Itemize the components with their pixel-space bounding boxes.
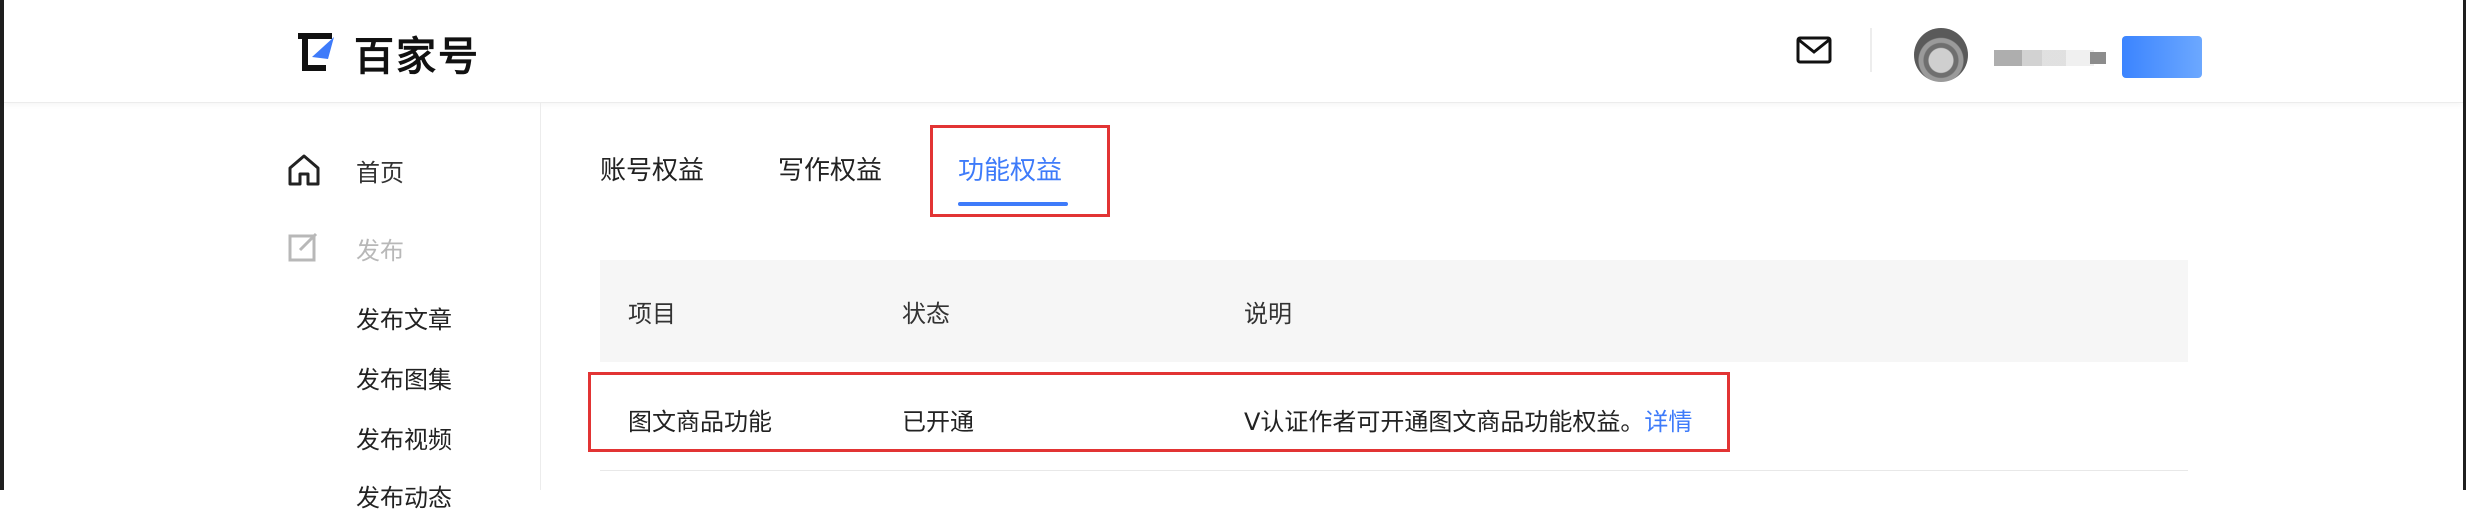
header-divider <box>1870 28 1872 72</box>
sidebar <box>4 102 541 490</box>
column-header-description: 说明 <box>1244 299 1292 328</box>
column-header-item: 项目 <box>628 299 676 328</box>
mail-icon[interactable] <box>1796 36 1832 64</box>
sidebar-subitem-dynamic[interactable]: 发布动态 <box>356 478 452 513</box>
sidebar-subitem-gallery[interactable]: 发布图集 <box>356 360 452 395</box>
sidebar-item-publish[interactable]: 发布 <box>284 228 404 268</box>
tab-writing-rights[interactable]: 写作权益 <box>778 150 882 187</box>
avatar[interactable] <box>1914 28 1968 82</box>
account-badge[interactable] <box>2122 36 2202 78</box>
sidebar-subitem-video[interactable]: 发布视频 <box>356 420 452 455</box>
home-icon <box>284 150 324 190</box>
sidebar-subitem-article[interactable]: 发布文章 <box>356 300 452 335</box>
highlight-box-tab <box>930 125 1110 217</box>
username-mark <box>2090 52 2106 64</box>
table-header: 项目 状态 说明 <box>600 260 2188 362</box>
logo-mark-icon <box>294 29 342 77</box>
top-header: 百家号 <box>4 0 2463 103</box>
sidebar-item-home-label: 首页 <box>356 158 404 187</box>
sidebar-item-publish-label: 发布 <box>356 236 404 265</box>
column-header-status: 状态 <box>902 299 950 328</box>
edit-icon <box>284 228 324 268</box>
brand-name: 百家号 <box>354 34 480 80</box>
brand-logo[interactable]: 百家号 <box>294 28 480 80</box>
tab-account-rights[interactable]: 账号权益 <box>600 150 704 187</box>
feature-rights-table: 项目 状态 说明 图文商品功能 已开通 V认证作者可开通图文商品功能权益。详情 <box>600 260 2188 471</box>
highlight-box-row <box>588 372 1730 452</box>
sidebar-item-home[interactable]: 首页 <box>284 150 404 190</box>
